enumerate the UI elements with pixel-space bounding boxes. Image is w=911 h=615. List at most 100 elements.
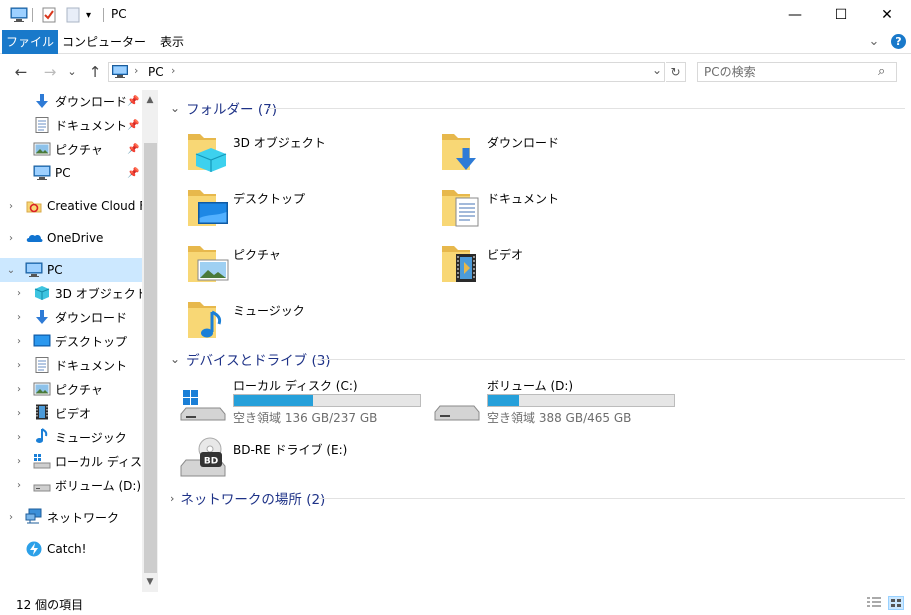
breadcrumb-chevron-icon[interactable]: › [171, 64, 175, 77]
chevron-right-icon[interactable]: › [14, 336, 24, 347]
sidebar-item-music[interactable]: › ミュージック [0, 426, 142, 448]
pin-icon[interactable]: 📌 [127, 144, 139, 155]
sidebar-item-pictures-pc[interactable]: › ピクチャ [0, 378, 142, 400]
back-button[interactable]: ← [11, 63, 31, 81]
download-icon [36, 310, 48, 324]
forward-button[interactable]: → [40, 63, 60, 81]
search-icon[interactable]: ⌕ [878, 64, 885, 79]
tab-computer[interactable]: コンピューター [62, 30, 146, 54]
recent-locations-button[interactable]: ⌄ [66, 63, 78, 81]
chevron-down-icon[interactable]: ⌄ [6, 265, 16, 276]
sidebar-item-documents-pc[interactable]: › ドキュメント [0, 354, 142, 376]
sidebar-item-network[interactable]: › ネットワーク [0, 506, 142, 528]
sidebar-item-local-disk-c[interactable]: › ローカル ディスク (C:) [0, 450, 142, 472]
pin-icon[interactable]: 📌 [127, 96, 139, 107]
sidebar-item-pc[interactable]: ⌄ PC [0, 258, 142, 282]
scroll-down-icon[interactable]: ▼ [142, 574, 158, 590]
drive-usage-bar [233, 394, 421, 407]
up-button[interactable]: ↑ [85, 63, 105, 81]
3d-objects-folder-icon [188, 134, 227, 172]
drive-usage-fill [488, 395, 519, 406]
sidebar-item-label: ボリューム (D:) [55, 478, 142, 493]
sidebar-item-onedrive[interactable]: › OneDrive [0, 227, 142, 249]
group-divider [268, 108, 905, 109]
sidebar-scroll-thumb[interactable] [144, 143, 157, 573]
sidebar-item-3d-objects[interactable]: › 3D オブジェクト [0, 282, 142, 304]
minimize-button[interactable]: — [772, 0, 818, 30]
new-folder-icon[interactable] [66, 6, 80, 24]
pin-icon[interactable]: 📌 [127, 168, 139, 179]
folder-label: ダウンロード [487, 136, 560, 150]
tab-view[interactable]: 表示 [152, 30, 192, 54]
drive-volume-d[interactable]: ボリューム (D:) 空き領域 388 GB/465 GB [434, 376, 684, 425]
chevron-right-icon[interactable]: › [6, 201, 16, 212]
chevron-right-icon[interactable]: › [170, 492, 174, 505]
chevron-right-icon[interactable]: › [14, 384, 24, 395]
document-icon [35, 117, 49, 133]
sidebar-item-pictures[interactable]: ピクチャ 📌 [0, 138, 142, 160]
search-input[interactable] [698, 63, 868, 81]
catch-icon [26, 541, 42, 557]
scroll-up-icon[interactable]: ▲ [142, 92, 158, 108]
sidebar-item-documents[interactable]: ドキュメント 📌 [0, 114, 142, 136]
folder-pictures[interactable]: ピクチャ [186, 240, 426, 288]
group-header-network[interactable]: › ネットワークの場所 (2) [170, 489, 325, 509]
sidebar-item-catch[interactable]: Catch! [0, 538, 142, 560]
chevron-right-icon[interactable]: › [14, 456, 24, 467]
folder-3d-objects[interactable]: 3D オブジェクト [186, 128, 426, 176]
video-icon [36, 404, 48, 420]
chevron-right-icon[interactable]: › [14, 288, 24, 299]
chevron-right-icon[interactable]: › [14, 432, 24, 443]
address-bar[interactable]: › PC › ⌄ [108, 62, 665, 82]
sidebar-item-label: ドキュメント [55, 358, 128, 373]
folder-downloads[interactable]: ダウンロード [440, 128, 680, 176]
sidebar-item-downloads-pc[interactable]: › ダウンロード [0, 306, 142, 328]
folder-music[interactable]: ミュージック [186, 296, 426, 344]
folder-desktop[interactable]: デスクトップ [186, 184, 426, 232]
sidebar-item-desktop[interactable]: › デスクトップ [0, 330, 142, 352]
drive-bd-re-e[interactable]: BD BD-RE ドライブ (E:) [180, 436, 430, 484]
sidebar-item-downloads[interactable]: ダウンロード 📌 [0, 90, 142, 112]
chevron-right-icon[interactable]: › [14, 480, 24, 491]
address-dropdown-icon[interactable]: ⌄ [652, 63, 662, 77]
help-icon[interactable]: ? [891, 34, 906, 49]
download-folder-icon [442, 134, 476, 170]
tab-file[interactable]: ファイル [2, 30, 58, 54]
details-view-icon[interactable] [866, 596, 882, 610]
folder-documents[interactable]: ドキュメント [440, 184, 680, 232]
chevron-down-icon[interactable]: ⌄ [170, 352, 180, 366]
chevron-right-icon[interactable]: › [14, 408, 24, 419]
group-divider [319, 498, 905, 499]
expand-ribbon-icon[interactable]: ⌄ [866, 30, 882, 54]
chevron-right-icon[interactable]: › [6, 233, 16, 244]
folder-label: ドキュメント [487, 192, 560, 206]
group-header-devices[interactable]: ⌄ デバイスとドライブ (3) [170, 350, 331, 369]
chevron-down-icon[interactable]: ⌄ [170, 101, 180, 115]
sidebar-item-pc-quick[interactable]: PC 📌 [0, 162, 142, 184]
sidebar-item-volume-d[interactable]: › ボリューム (D:) [0, 474, 142, 496]
drive-local-disk-c[interactable]: ローカル ディスク (C:) 空き領域 136 GB/237 GB [180, 376, 430, 425]
large-icons-view-icon[interactable] [888, 596, 904, 610]
chevron-right-icon[interactable]: › [14, 360, 24, 371]
sidebar-item-creative-cloud[interactable]: › Creative Cloud Files [0, 195, 142, 217]
pin-icon[interactable]: 📌 [127, 120, 139, 131]
folder-videos[interactable]: ビデオ [440, 240, 680, 288]
video-folder-icon [442, 246, 476, 282]
desktop-icon [33, 334, 51, 347]
group-header-label: デバイスとドライブ (3) [186, 353, 331, 369]
chevron-right-icon[interactable]: › [6, 512, 16, 523]
group-header-folders[interactable]: ⌄ フォルダー (7) [170, 99, 277, 118]
sidebar-item-videos[interactable]: › ビデオ [0, 402, 142, 424]
refresh-button[interactable]: ↻ [666, 62, 686, 82]
pc-icon[interactable] [10, 6, 28, 24]
breadcrumb-item-pc[interactable]: PC [148, 65, 164, 79]
title-bar: ▾ PC — ☐ ✕ [0, 0, 911, 30]
close-button[interactable]: ✕ [864, 0, 910, 30]
breadcrumb-chevron-icon[interactable]: › [134, 64, 138, 77]
customize-quick-access-icon[interactable]: ▾ [86, 6, 91, 24]
maximize-button[interactable]: ☐ [818, 0, 864, 30]
chevron-right-icon[interactable]: › [14, 312, 24, 323]
document-folder-icon [442, 190, 479, 227]
sidebar-item-label: ピクチャ [55, 382, 103, 397]
properties-icon[interactable] [42, 6, 56, 24]
